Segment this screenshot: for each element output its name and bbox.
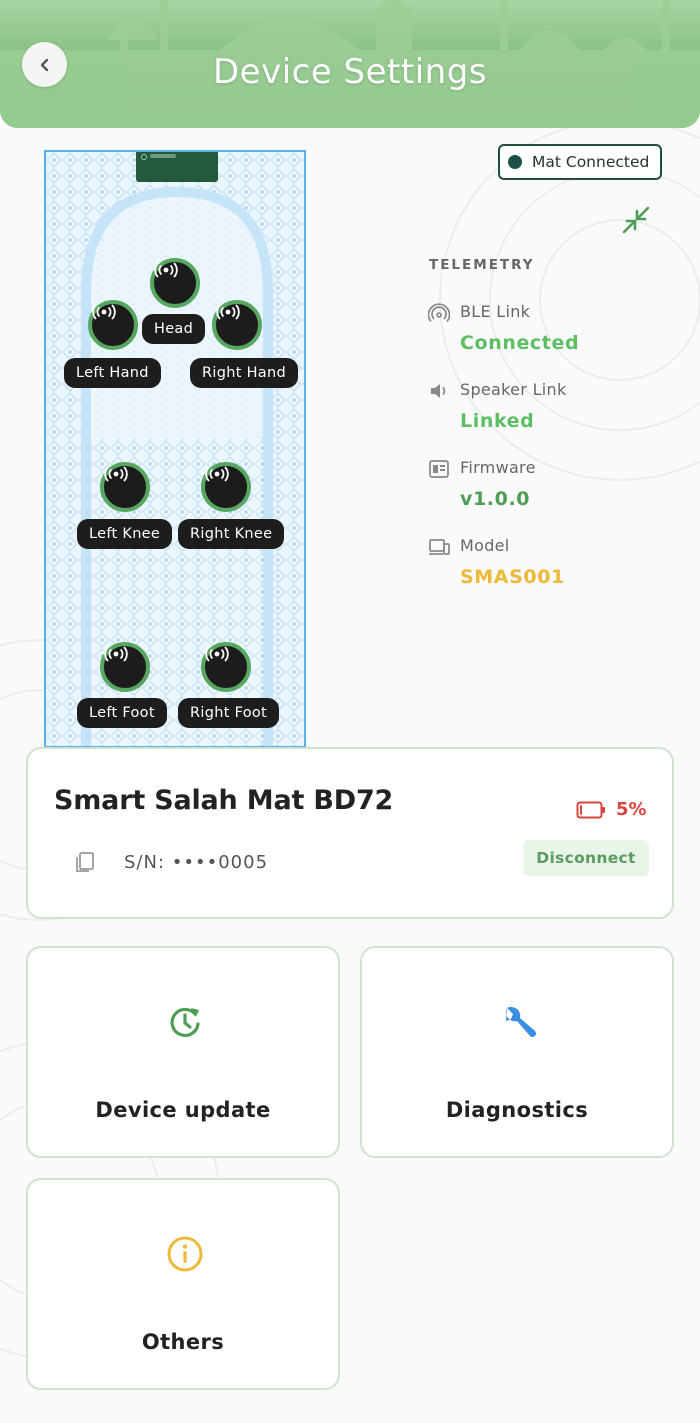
firmware-chip-icon — [429, 460, 449, 478]
sensor-left-hand[interactable] — [88, 300, 138, 350]
copy-icon[interactable] — [72, 849, 98, 875]
signal-icon — [205, 466, 229, 482]
wireless-icon — [428, 303, 450, 323]
sensor-head[interactable] — [150, 258, 200, 308]
device-info-card: Smart Salah Mat BD72 5% S/N: ••••0005 Di… — [26, 747, 674, 919]
speaker-icon — [431, 384, 446, 398]
model-label: Model — [460, 536, 510, 555]
telemetry-heading: TELEMETRY — [429, 257, 535, 273]
sensor-right-knee[interactable] — [201, 462, 251, 512]
model-value: SMAS001 — [460, 566, 565, 588]
update-history-icon — [170, 1007, 200, 1037]
others-label: Others — [141, 1330, 225, 1354]
speaker-link-value: Linked — [460, 410, 535, 432]
sensor-left-foot[interactable] — [100, 642, 150, 692]
speaker-link-label: Speaker Link — [460, 380, 567, 399]
battery-percentage: 5% — [616, 799, 647, 820]
page-title: Device Settings — [212, 52, 488, 92]
collapse-button[interactable] — [620, 204, 652, 236]
signal-icon — [154, 262, 178, 278]
sensor-label-right-knee: Right Knee — [178, 519, 285, 549]
battery-indicator: 5% — [576, 799, 647, 820]
sensor-left-knee[interactable] — [100, 462, 150, 512]
device-update-tile[interactable]: Device update — [26, 946, 340, 1158]
collapse-arrows-icon — [622, 206, 650, 234]
battery-low-icon — [576, 801, 605, 818]
sensor-label-left-knee: Left Knee — [77, 519, 173, 549]
firmware-label: Firmware — [460, 458, 536, 477]
mat-controller-module — [136, 152, 218, 182]
firmware-value: v1.0.0 — [460, 488, 531, 510]
diagnostics-label: Diagnostics — [445, 1098, 589, 1122]
others-tile[interactable]: Others — [26, 1178, 340, 1390]
sensor-label-head: Head — [142, 314, 206, 344]
header-bar: Device Settings — [0, 0, 700, 128]
mat-connection-status-badge: Mat Connected — [498, 144, 662, 180]
diagnostics-tile[interactable]: Diagnostics — [360, 946, 674, 1158]
mat-pattern — [46, 152, 304, 746]
sensor-label-left-hand: Left Hand — [64, 358, 161, 388]
signal-icon — [92, 304, 116, 320]
signal-icon — [216, 304, 240, 320]
ble-link-value: Connected — [460, 332, 580, 354]
serial-number: S/N: ••••0005 — [124, 852, 269, 873]
prayer-mat-diagram: Head Left Hand Right Hand Left Knee Righ… — [44, 150, 306, 748]
sensor-right-hand[interactable] — [212, 300, 262, 350]
ble-link-label: BLE Link — [460, 302, 531, 321]
signal-icon — [205, 646, 229, 662]
sensor-label-right-foot: Right Foot — [178, 698, 280, 728]
signal-icon — [104, 466, 128, 482]
signal-icon — [104, 646, 128, 662]
sensor-label-right-hand: Right Hand — [190, 358, 298, 388]
sensor-right-foot[interactable] — [201, 642, 251, 692]
sensor-label-left-foot: Left Foot — [77, 698, 167, 728]
info-icon — [167, 1236, 203, 1272]
mat-status-label: Mat Connected — [532, 153, 650, 171]
devices-icon — [429, 539, 450, 555]
wrench-icon — [505, 1006, 537, 1038]
status-dot-icon — [508, 155, 522, 169]
device-name: Smart Salah Mat BD72 — [54, 785, 394, 816]
device-update-label: Device update — [95, 1098, 271, 1122]
disconnect-button[interactable]: Disconnect — [523, 840, 649, 876]
